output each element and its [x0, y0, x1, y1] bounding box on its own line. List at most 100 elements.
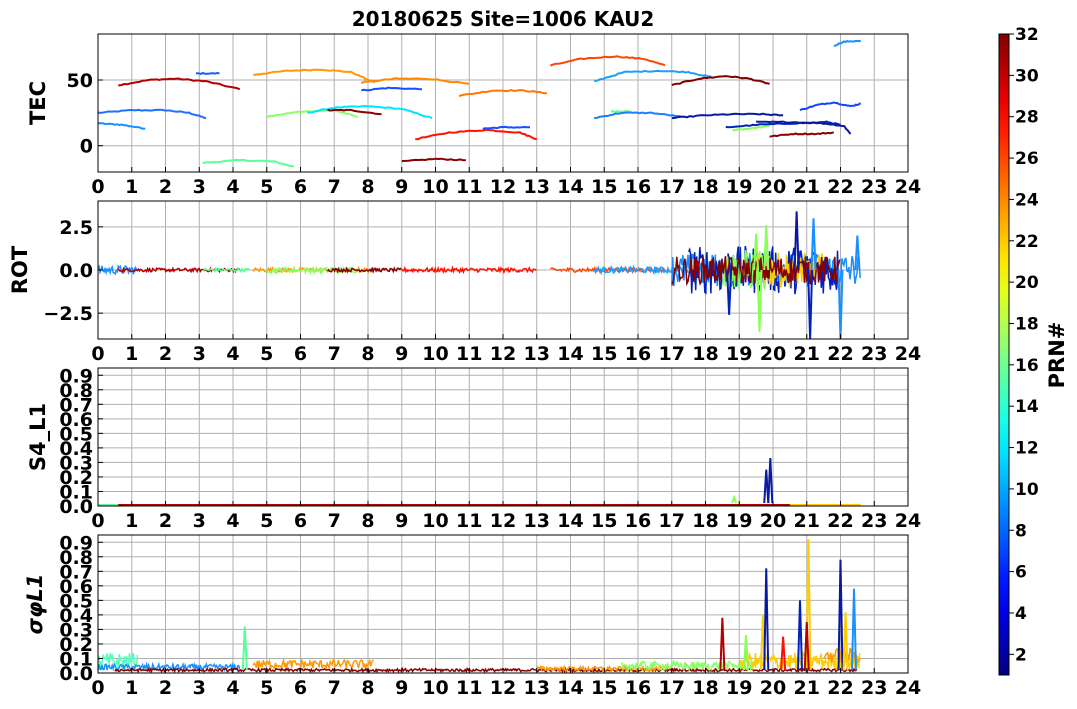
y-tick-label: 0 — [80, 136, 93, 158]
tec-series-line — [202, 158, 295, 168]
x-tick-label: 10 — [422, 510, 448, 532]
spike-mark — [743, 635, 749, 671]
x-tick-label: 9 — [395, 510, 408, 532]
colorbar-gradient — [998, 33, 1010, 676]
tec-series-line — [671, 112, 784, 120]
x-tick-label: 20 — [760, 510, 786, 532]
x-tick-label: 24 — [895, 343, 921, 365]
x-tick-label: 17 — [659, 176, 685, 198]
y-axis-title: TEC — [26, 81, 50, 125]
x-tick-label: 5 — [260, 677, 273, 699]
y-tick-label: 2.5 — [59, 217, 93, 239]
x-tick-label: 23 — [861, 176, 887, 198]
colorbar-label: PRN# — [1045, 322, 1069, 389]
x-tick-label: 4 — [226, 176, 239, 198]
colorbar-tick-label: 16 — [1015, 356, 1039, 376]
x-tick-label: 10 — [422, 343, 448, 365]
y-tick-label: 0.0 — [59, 260, 93, 282]
spike-mark — [241, 626, 248, 671]
x-tick-label: 19 — [726, 343, 752, 365]
grid-s4 — [97, 368, 909, 507]
x-tick-label: 18 — [692, 176, 718, 198]
tec-series-line — [98, 108, 207, 120]
colorbar-tick-label: 8 — [1015, 521, 1027, 541]
tec-series-line — [253, 68, 376, 84]
x-tick-label: 5 — [260, 510, 273, 532]
x-tick-label: 23 — [861, 677, 887, 699]
x-tick-label: 2 — [159, 677, 172, 699]
tec-series-line — [549, 55, 666, 67]
colorbar-tick-label: 6 — [1015, 563, 1027, 583]
x-tick-label: 3 — [193, 677, 206, 699]
colorbar-tick-label: 12 — [1015, 439, 1039, 459]
x-tick-label: 17 — [659, 510, 685, 532]
x-tick-label: 6 — [294, 176, 307, 198]
x-tick-label: 11 — [456, 677, 482, 699]
x-tick-label: 15 — [591, 677, 617, 699]
x-tick-label: 15 — [591, 343, 617, 365]
noise-series-line — [252, 657, 374, 671]
grid-sigma — [97, 535, 909, 674]
x-tick-label: 4 — [226, 510, 239, 532]
x-tick-label: 13 — [524, 176, 550, 198]
x-tick-label: 6 — [294, 677, 307, 699]
colorbar-tick-label: 24 — [1015, 190, 1039, 210]
panel-sigma: 0 1 2 3 4 5 6 7 8 9 10 11 12 13 14 15 16 17 18 19 20 21 22 23 24… — [23, 532, 921, 699]
panel-s4: 0 1 2 3 4 5 6 7 8 9 10 11 12 13 14 15 16 17 18 19 20 21 22 23 24… — [26, 365, 921, 532]
panel-rot: 0 1 2 3 4 5 6 7 8 9 10 11 12 13 14 15 16 17 18 19 20 21 22 23 24… — [8, 200, 921, 365]
x-tick-label: 17 — [659, 677, 685, 699]
x-tick-label: 3 — [193, 176, 206, 198]
x-tick-label: 1 — [125, 343, 138, 365]
x-tick-label: 12 — [490, 510, 516, 532]
tec-series-line — [833, 39, 862, 47]
x-tick-label: 5 — [260, 343, 273, 365]
y-tick-label: −2.5 — [43, 303, 93, 325]
x-tick-label: 4 — [226, 343, 239, 365]
x-tick-label: 20 — [760, 343, 786, 365]
x-tick-label: 11 — [456, 176, 482, 198]
y-tick-label: 0.9 — [59, 365, 93, 387]
colorbar-tick-label: 18 — [1015, 314, 1039, 334]
x-tick-label: 3 — [193, 510, 206, 532]
colorbar-tick-label: 26 — [1015, 149, 1039, 169]
x-tick-label: 18 — [692, 677, 718, 699]
tec-series-line — [360, 77, 470, 85]
colorbar-tick-label: 10 — [1015, 480, 1039, 500]
series-layer-rot — [98, 211, 861, 339]
tec-series-line — [361, 86, 423, 92]
x-tick-label: 19 — [726, 176, 752, 198]
spike-mark — [793, 211, 800, 271]
x-tick-label: 14 — [557, 677, 583, 699]
x-tick-label: 13 — [524, 510, 550, 532]
grid-tec — [97, 34, 909, 172]
x-tick-label: 0 — [91, 677, 104, 699]
tec-series-line — [671, 75, 770, 87]
spike-mark — [767, 458, 774, 504]
x-tick-label: 14 — [557, 510, 583, 532]
colorbar-tick-label: 2 — [1015, 645, 1027, 665]
x-tick-label: 12 — [490, 343, 516, 365]
x-tick-label: 13 — [524, 343, 550, 365]
y-axis-title: S4_L1 — [26, 403, 50, 471]
x-tick-label: 18 — [692, 343, 718, 365]
x-tick-label: 22 — [827, 343, 853, 365]
x-tick-label: 7 — [328, 510, 341, 532]
x-tick-label: 7 — [328, 677, 341, 699]
y-tick-label: 50 — [67, 70, 93, 92]
spike-mark — [731, 494, 738, 504]
x-tick-label: 3 — [193, 343, 206, 365]
x-tick-label: 22 — [827, 677, 853, 699]
x-tick-label: 12 — [490, 677, 516, 699]
x-tick-label: 7 — [328, 343, 341, 365]
x-tick-label: 1 — [125, 510, 138, 532]
colorbar-tick-label: 22 — [1015, 232, 1039, 252]
x-tick-label: 5 — [260, 176, 273, 198]
colorbar-tick-label: 20 — [1015, 273, 1039, 293]
x-tick-label: 18 — [692, 510, 718, 532]
x-tick-label: 11 — [456, 343, 482, 365]
x-tick-label: 0 — [91, 343, 104, 365]
x-tick-label: 2 — [159, 343, 172, 365]
tec-series-line — [769, 131, 834, 138]
x-tick-label: 8 — [361, 677, 374, 699]
x-tick-label: 22 — [827, 176, 853, 198]
